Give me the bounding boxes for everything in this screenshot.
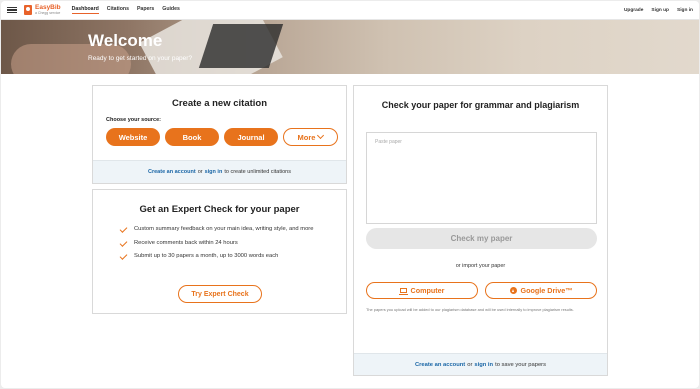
source-buttons: Website Book Journal More <box>106 128 338 146</box>
checkmark-icon <box>119 252 128 260</box>
nav-sign-up[interactable]: Sign up <box>651 8 669 13</box>
app-frame: EasyBib a Chegg service Dashboard Citati… <box>1 1 699 388</box>
benefit-text: Receive comments back within 24 hours <box>134 239 238 246</box>
footer-text: to save your papers <box>495 361 547 368</box>
journal-button[interactable]: Journal <box>224 128 278 146</box>
benefit-item: Submit up to 30 papers a month, up to 30… <box>119 252 335 261</box>
more-label: More <box>297 132 316 142</box>
computer-icon <box>398 288 408 295</box>
hero-title: Welcome <box>88 31 163 50</box>
benefit-text: Custom summary feedback on your main ide… <box>134 226 314 232</box>
nav-upgrade[interactable]: Upgrade <box>624 8 643 13</box>
nav-papers[interactable]: Papers <box>137 6 154 14</box>
expert-benefits-list: Custom summary feedback on your main ide… <box>119 225 335 266</box>
hero-banner: Welcome Ready to get started on your pap… <box>1 20 699 74</box>
expert-card-title: Get an Expert Check for your paper <box>139 204 300 215</box>
import-drive-label: Google Drive™ <box>520 286 573 295</box>
google-drive-icon <box>509 287 517 294</box>
grammar-card-title: Check your paper for grammar and plagiar… <box>381 100 580 110</box>
create-account-link[interactable]: Create an account <box>148 169 196 175</box>
footer-or: or <box>467 361 473 368</box>
benefit-item: Custom summary feedback on your main ide… <box>119 225 335 234</box>
or-import-label: or import your paper <box>455 263 506 269</box>
checkmark-icon <box>119 225 128 233</box>
brand-sub: a Chegg service <box>35 10 61 15</box>
footer-or: or <box>197 169 203 175</box>
menu-icon[interactable] <box>7 6 17 14</box>
create-account-link[interactable]: Create an account <box>415 362 465 368</box>
paste-paper-textarea[interactable]: Paste paper <box>366 132 597 224</box>
import-google-drive-button[interactable]: Google Drive™ <box>485 282 597 299</box>
sign-in-link[interactable]: sign in <box>474 362 493 368</box>
more-sources-button[interactable]: More <box>283 128 338 146</box>
checkmark-icon <box>119 238 128 247</box>
import-computer-label: Computer <box>410 286 445 295</box>
book-button[interactable]: Book <box>165 128 219 146</box>
check-my-paper-button[interactable]: Check my paper <box>366 228 597 249</box>
footer-text: to create unlimited citations <box>224 169 291 175</box>
import-buttons: Computer Google Drive™ <box>366 282 597 299</box>
hero-image-laptop <box>198 24 284 68</box>
nav-sign-in[interactable]: Sign in <box>677 8 693 13</box>
sign-in-link[interactable]: sign in <box>205 169 223 175</box>
hero-subtitle: Ready to get started on your paper? <box>88 55 193 62</box>
grammar-card-footer: Create an account or sign in to save you… <box>354 353 607 375</box>
easybib-logo-icon <box>24 5 32 15</box>
benefit-text: Submit up to 30 papers a month, up to 30… <box>134 253 279 259</box>
expert-check-card: Get an Expert Check for your paper Custo… <box>92 189 347 314</box>
main-nav: Dashboard Citations Papers Guides <box>71 6 180 14</box>
brand-logo[interactable]: EasyBib a Chegg service <box>24 4 61 15</box>
upload-disclaimer: The papers you upload will be added to o… <box>366 307 574 312</box>
citation-card-title: Create a new citation <box>171 98 268 109</box>
nav-guides[interactable]: Guides <box>162 6 180 14</box>
grammar-plagiarism-card: Check your paper for grammar and plagiar… <box>353 85 608 376</box>
website-button[interactable]: Website <box>106 128 160 146</box>
create-citation-card: Create a new citation Choose your source… <box>92 85 347 184</box>
import-computer-button[interactable]: Computer <box>366 282 478 299</box>
try-expert-check-button[interactable]: Try Expert Check <box>178 285 262 303</box>
citation-card-footer: Create an account or sign in to create u… <box>93 160 346 183</box>
account-nav: Upgrade Sign up Sign in <box>624 8 693 13</box>
chevron-down-icon <box>317 131 325 140</box>
source-label: Choose your source: <box>106 117 162 123</box>
benefit-item: Receive comments back within 24 hours <box>119 238 335 248</box>
top-nav: EasyBib a Chegg service Dashboard Citati… <box>1 1 699 20</box>
nav-citations[interactable]: Citations <box>107 6 129 14</box>
nav-dashboard[interactable]: Dashboard <box>71 6 99 14</box>
